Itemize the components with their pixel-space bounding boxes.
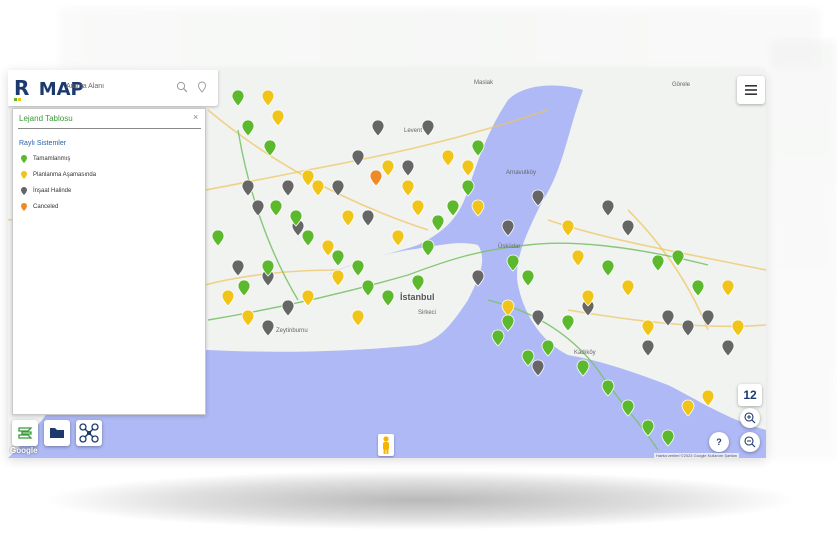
layers-icon [18, 427, 33, 439]
zoom-in-icon [744, 412, 756, 424]
legend-item-label: Tamamlanmış [33, 156, 71, 162]
hamburger-icon [745, 85, 757, 95]
zoom-in-button[interactable] [740, 408, 760, 428]
zoom-out-icon [744, 436, 756, 448]
legend-item-construction[interactable]: İnşaat Halinde [21, 187, 71, 195]
map-label-istanbul: İstanbul [400, 292, 435, 302]
legend-close-button[interactable]: × [193, 112, 198, 122]
map-label-uskudar: Üsküdar [498, 244, 521, 250]
help-button[interactable]: ? [709, 432, 729, 452]
folder-button[interactable] [44, 420, 70, 446]
orange-marker-icon [21, 203, 27, 211]
gray-marker-icon [21, 187, 27, 195]
background-blur-right [770, 40, 837, 460]
map-label-zeytinburnu: Zeytinburnu [276, 328, 308, 334]
map-label-gorele: Görele [672, 82, 691, 88]
map-attribution[interactable]: Harita verileri ©2023 Google Kullanım Şa… [654, 453, 740, 458]
top-search-bar: R MAP Arama Alanı [8, 70, 218, 106]
legend-section-title: Raylı Sistemler [19, 140, 67, 147]
legend-item-planned[interactable]: Planlanma Aşamasında [21, 171, 96, 179]
green-marker-icon [21, 155, 27, 163]
map-label-arnavutkoy: Arnavutköy [506, 170, 537, 176]
yellow-marker-icon [21, 171, 27, 179]
legend-item-label: Planlanma Aşamasında [33, 172, 97, 178]
logo-dots-icon [14, 98, 21, 101]
search-icon[interactable] [176, 81, 188, 93]
drone-icon [79, 423, 99, 443]
location-pin-icon[interactable] [197, 81, 207, 93]
layers-button[interactable] [12, 420, 38, 446]
legend-title: Lejand Tablosu [19, 114, 73, 123]
legend-panel: Lejand Tablosu × Raylı Sistemler Tamamla… [12, 108, 206, 415]
map-label-maslak: Maslak [474, 80, 494, 86]
map-label-sirkeci: Sirkeci [418, 310, 437, 316]
map-label-kadikoy: Kadıköy [574, 350, 596, 356]
map-window: Maslak Görele Levent Arnavutköy İstanbul… [8, 70, 766, 458]
search-input[interactable]: Arama Alanı [66, 83, 104, 90]
folder-icon [50, 428, 64, 438]
drop-shadow [40, 470, 800, 530]
street-view-pegman[interactable] [378, 434, 394, 456]
menu-button[interactable] [737, 76, 765, 104]
legend-item-label: Canceled [33, 204, 59, 210]
legend-item-canceled[interactable]: Canceled [21, 203, 58, 211]
logo-letter: R [14, 76, 30, 100]
map-label-levent: Levent [404, 128, 423, 134]
zoom-out-button[interactable] [740, 432, 760, 452]
drone-button[interactable] [76, 420, 102, 446]
zoom-level: 12 [738, 384, 762, 406]
background-blur-header [60, 8, 820, 68]
legend-divider [18, 128, 201, 129]
google-logo: Google [10, 446, 38, 455]
pegman-icon [383, 436, 389, 454]
legend-item-label: İnşaat Halinde [33, 188, 72, 194]
legend-item-completed[interactable]: Tamamlanmış [21, 155, 70, 163]
